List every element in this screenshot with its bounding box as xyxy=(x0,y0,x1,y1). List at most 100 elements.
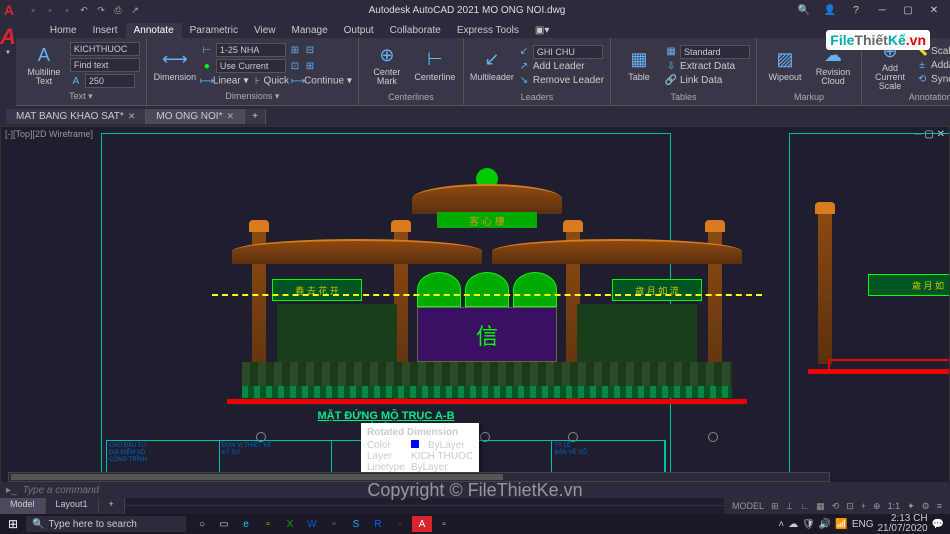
task-sketchup-icon[interactable]: S xyxy=(346,516,366,532)
qat-undo-icon[interactable]: ↶ xyxy=(77,3,91,17)
cmd-icon[interactable]: ▸_ xyxy=(6,485,17,496)
tab-express[interactable]: Express Tools xyxy=(449,23,527,38)
command-input[interactable] xyxy=(23,485,944,496)
taskbar-search[interactable]: 🔍Type here to search xyxy=(26,516,186,532)
status-model[interactable]: MODEL xyxy=(730,501,766,511)
status-gear-icon[interactable]: ⚙ xyxy=(920,501,932,512)
link-data-button[interactable]: 🔗Link Data xyxy=(665,75,750,87)
task-revit-icon[interactable]: R xyxy=(368,516,388,532)
tab-expand-icon[interactable]: ▣▾ xyxy=(527,23,557,38)
dim-style-combo[interactable]: 1-25 NHA xyxy=(216,43,286,57)
text-height-combo[interactable]: 250 xyxy=(85,74,135,88)
sync-scale-button[interactable]: ⟲Sync Scale Positions xyxy=(916,74,950,86)
task-zalo-icon[interactable]: ▫ xyxy=(390,516,410,532)
status-trans-icon[interactable]: ⊕ xyxy=(871,501,883,512)
search-icon[interactable]: 🔍 xyxy=(792,2,816,18)
centerline-button[interactable]: ⊢Centerline xyxy=(413,40,457,91)
tab-insert[interactable]: Insert xyxy=(85,23,126,38)
dimension-button[interactable]: ⟷ Dimension xyxy=(153,40,197,90)
tab-annotate[interactable]: Annotate xyxy=(126,23,182,38)
dim-ico1[interactable]: ⊞ xyxy=(289,44,301,56)
multiline-text-button[interactable]: A MultilineText xyxy=(22,40,66,90)
tab-view[interactable]: View xyxy=(246,23,284,38)
app-menu-button[interactable]: A▼ xyxy=(0,20,16,106)
tray-date[interactable]: 21/07/2020 xyxy=(877,524,927,534)
use-current-combo[interactable]: Use Current xyxy=(216,59,286,73)
table-button[interactable]: ▦Table xyxy=(617,40,661,91)
task-edge-icon[interactable]: e xyxy=(236,516,256,532)
tab-output[interactable]: Output xyxy=(336,23,382,38)
close-icon[interactable]: ✕ xyxy=(226,111,234,122)
task-app2-icon[interactable]: ▫ xyxy=(434,516,454,532)
add-layout-button[interactable]: + xyxy=(99,498,125,514)
status-snap-icon[interactable]: ⊥ xyxy=(784,501,796,512)
qat-share-icon[interactable]: ↗ xyxy=(128,3,142,17)
task-excel-icon[interactable]: X xyxy=(280,516,300,532)
quick-button[interactable]: ⊦Quick xyxy=(252,75,290,87)
tab-parametric[interactable]: Parametric xyxy=(182,23,246,38)
tab-home[interactable]: Home xyxy=(42,23,85,38)
status-polar-icon[interactable]: ▦ xyxy=(814,501,827,512)
status-menu-icon[interactable]: ≡ xyxy=(935,501,944,511)
task-cortana-icon[interactable]: ○ xyxy=(192,516,212,532)
table-style-combo[interactable]: Standard xyxy=(680,45,750,59)
find-text-input[interactable]: Find text xyxy=(70,58,140,72)
panel-tables-title[interactable]: Tables xyxy=(617,91,750,103)
qat-new-icon[interactable]: ▫ xyxy=(26,3,40,17)
doc-tab-1[interactable]: MO ONG NOI*✕ xyxy=(146,109,245,124)
start-button[interactable]: ⊞ xyxy=(0,514,26,534)
tab-manage[interactable]: Manage xyxy=(284,23,336,38)
help-icon[interactable]: ? xyxy=(844,2,868,18)
status-lwt-icon[interactable]: + xyxy=(859,501,868,511)
text-style-combo[interactable]: KICHTHUOC xyxy=(70,42,140,56)
model-tab[interactable]: Model xyxy=(0,498,46,514)
wipeout-button[interactable]: ▨Wipeout xyxy=(763,40,807,91)
tray-wifi-icon[interactable]: 📶 xyxy=(835,519,847,530)
status-ortho-icon[interactable]: ∟ xyxy=(798,501,811,511)
doc-tab-0[interactable]: MAT BANG KHAO SAT*✕ xyxy=(6,109,146,124)
qat-open-icon[interactable]: ▫ xyxy=(43,3,57,17)
center-mark-button[interactable]: ⊕CenterMark xyxy=(365,40,409,91)
main-viewport[interactable]: [-][Top][2D Wireframe] ─ ▢ ✕ 客 心 樓 春 去 花… xyxy=(0,126,950,506)
status-osnap-icon[interactable]: ⊡ xyxy=(844,501,856,512)
status-scale[interactable]: 1:1 xyxy=(886,501,903,511)
close-button[interactable]: ✕ xyxy=(922,2,946,18)
horizontal-scrollbar[interactable] xyxy=(8,472,830,482)
scroll-thumb[interactable] xyxy=(11,474,503,480)
leader-style-combo[interactable]: GHI CHU xyxy=(533,45,603,59)
multileader-button[interactable]: ↙Multileader xyxy=(470,40,514,91)
qat-save-icon[interactable]: ▫ xyxy=(60,3,74,17)
linear-button[interactable]: ⟼Linear ▾ xyxy=(201,75,249,87)
task-explorer-icon[interactable]: ▫ xyxy=(258,516,278,532)
tray-up-icon[interactable]: ˄ xyxy=(778,519,784,530)
qat-print-icon[interactable]: ⎙ xyxy=(111,3,125,17)
extract-data-button[interactable]: ⇩Extract Data xyxy=(665,61,750,73)
qat-redo-icon[interactable]: ↷ xyxy=(94,3,108,17)
panel-text-title[interactable]: Text ▾ xyxy=(22,90,140,103)
viewport-label[interactable]: [-][Top][2D Wireframe] xyxy=(5,129,93,139)
new-tab-button[interactable]: + xyxy=(245,109,266,124)
task-word-icon[interactable]: W xyxy=(302,516,322,532)
tray-lang[interactable]: ENG xyxy=(852,519,874,530)
tray-notifications-icon[interactable]: 💬 xyxy=(932,519,944,530)
maximize-button[interactable]: ▢ xyxy=(896,2,920,18)
status-iso-icon[interactable]: ⟲ xyxy=(830,501,842,512)
dim-ico2[interactable]: ⊟ xyxy=(304,44,316,56)
close-icon[interactable]: ✕ xyxy=(128,111,136,122)
status-grid-icon[interactable]: ⊞ xyxy=(769,501,781,512)
add-leader-button[interactable]: ↗Add Leader xyxy=(518,61,604,73)
signin-icon[interactable]: 👤 xyxy=(818,2,842,18)
tray-av-icon[interactable]: 🛡 xyxy=(802,519,815,530)
panel-dim-title[interactable]: Dimensions ▾ xyxy=(153,90,352,103)
dim-ico3[interactable]: ⊡ xyxy=(289,60,301,72)
adddel-scales-button[interactable]: ±Add/Delete Scales xyxy=(916,60,950,72)
dimension-line[interactable] xyxy=(212,294,762,296)
continue-button[interactable]: ⟼Continue ▾ xyxy=(292,75,352,87)
minimize-button[interactable]: ─ xyxy=(870,2,894,18)
task-app1-icon[interactable]: ▫ xyxy=(324,516,344,532)
remove-leader-button[interactable]: ↘Remove Leader xyxy=(518,75,604,87)
layout1-tab[interactable]: Layout1 xyxy=(46,498,99,514)
status-anno-icon[interactable]: ✦ xyxy=(905,501,917,512)
task-taskview-icon[interactable]: ▭ xyxy=(214,516,234,532)
panel-leaders-title[interactable]: Leaders xyxy=(470,91,604,103)
